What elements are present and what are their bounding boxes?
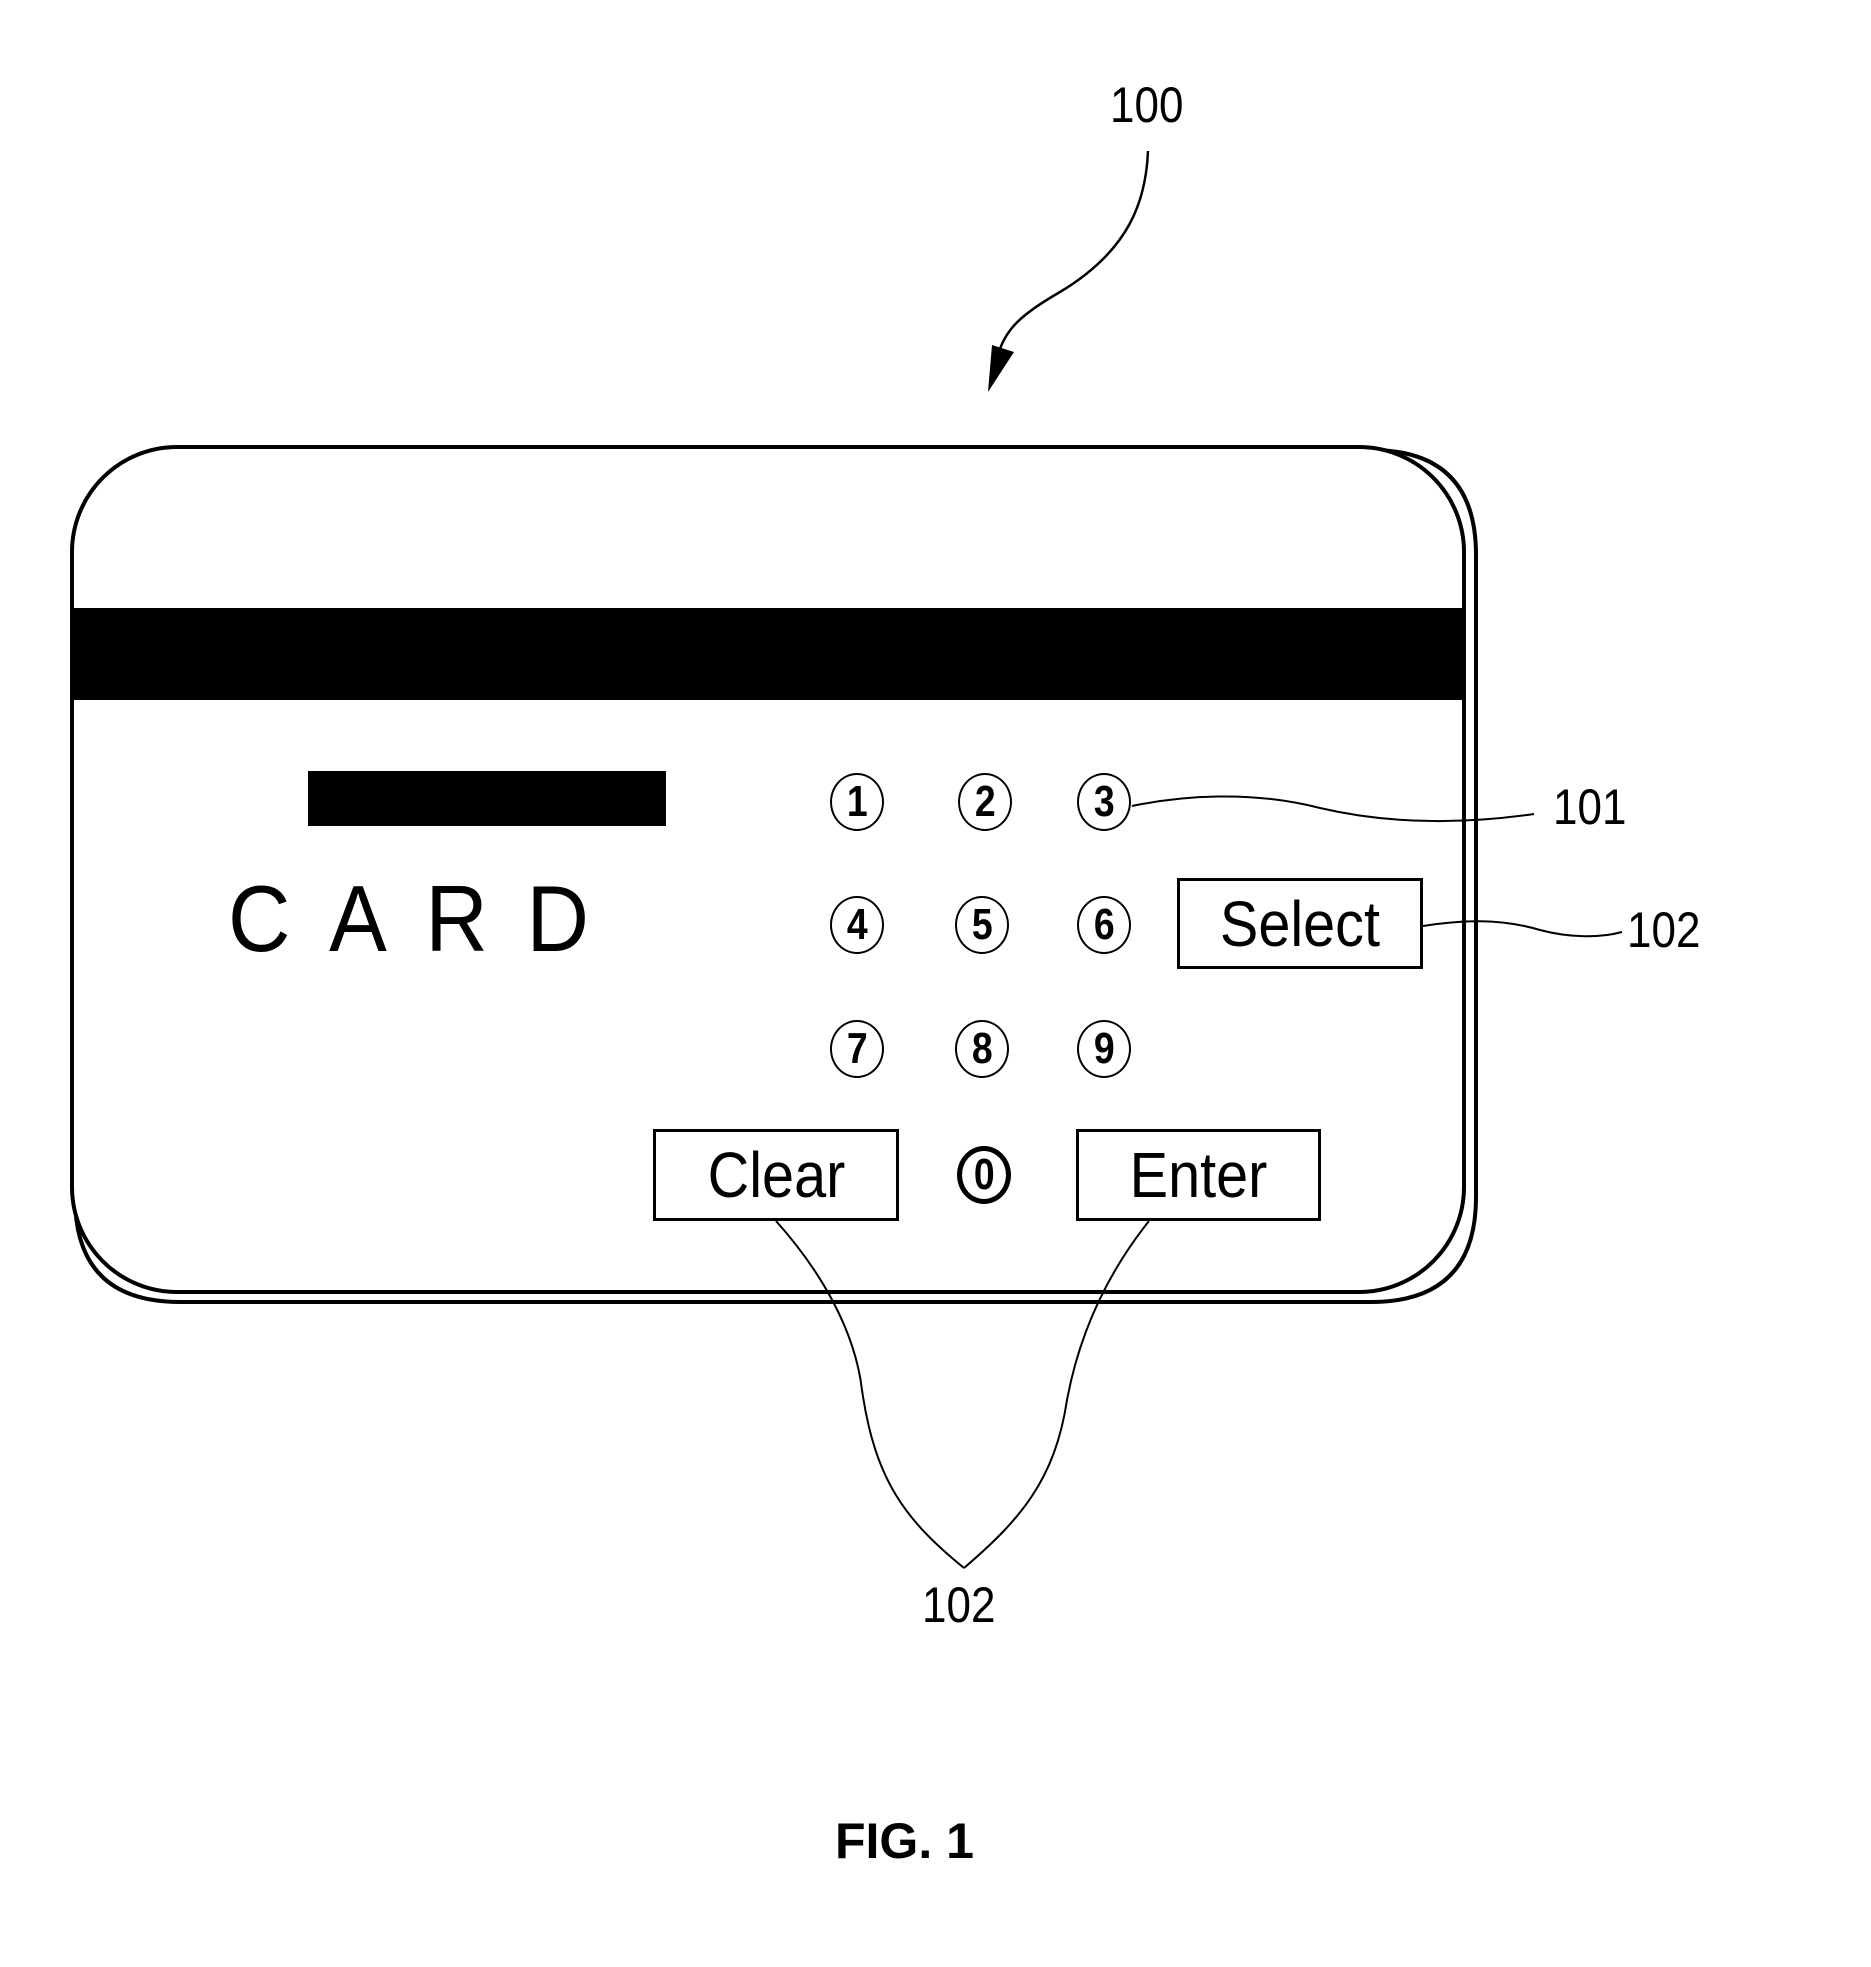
key-label: 0	[973, 1150, 995, 1199]
key-8[interactable]: 8	[955, 1020, 1009, 1078]
key-label: 2	[974, 777, 996, 826]
key-3[interactable]: 3	[1077, 773, 1131, 831]
enter-button[interactable]: Enter	[1076, 1129, 1321, 1221]
key-7[interactable]: 7	[830, 1020, 884, 1078]
key-label: 5	[971, 900, 993, 949]
key-label: 4	[846, 900, 868, 949]
clear-button-label: Clear	[707, 1139, 845, 1211]
patent-figure: 100 101 102 102 CARD 1 2 3 4 5 6 7 8 9 0…	[0, 0, 1871, 1967]
key-label: 9	[1093, 1024, 1115, 1073]
figure-caption: FIG. 1	[835, 1813, 974, 1869]
key-1[interactable]: 1	[830, 773, 884, 831]
keypad-ref-numeral: 101	[1553, 779, 1627, 835]
select-button-label: Select	[1219, 887, 1381, 960]
figure-drawing	[70, 150, 1623, 1569]
key-2[interactable]: 2	[958, 773, 1012, 831]
key-5[interactable]: 5	[955, 896, 1009, 954]
magnetic-stripe	[72, 608, 1464, 700]
select-ref-numeral: 102	[1627, 902, 1701, 958]
enter-button-label: Enter	[1129, 1139, 1268, 1211]
select-button[interactable]: Select	[1177, 878, 1423, 969]
clear-button[interactable]: Clear	[653, 1129, 899, 1221]
arrowhead-icon	[988, 345, 1014, 392]
clear-enter-ref-numeral: 102	[922, 1577, 996, 1633]
display-block	[308, 771, 666, 826]
key-9[interactable]: 9	[1077, 1020, 1131, 1078]
key-0[interactable]: 0	[957, 1146, 1011, 1204]
card-ref-numeral: 100	[1110, 77, 1184, 133]
key-label: 1	[846, 777, 868, 826]
card-ref-leader	[996, 150, 1150, 356]
key-label: 7	[846, 1024, 868, 1073]
key-label: 6	[1093, 900, 1115, 949]
key-6[interactable]: 6	[1077, 896, 1131, 954]
card-label: CARD	[228, 866, 628, 971]
key-label: 8	[971, 1024, 993, 1073]
key-label: 3	[1093, 777, 1115, 826]
key-4[interactable]: 4	[830, 896, 884, 954]
